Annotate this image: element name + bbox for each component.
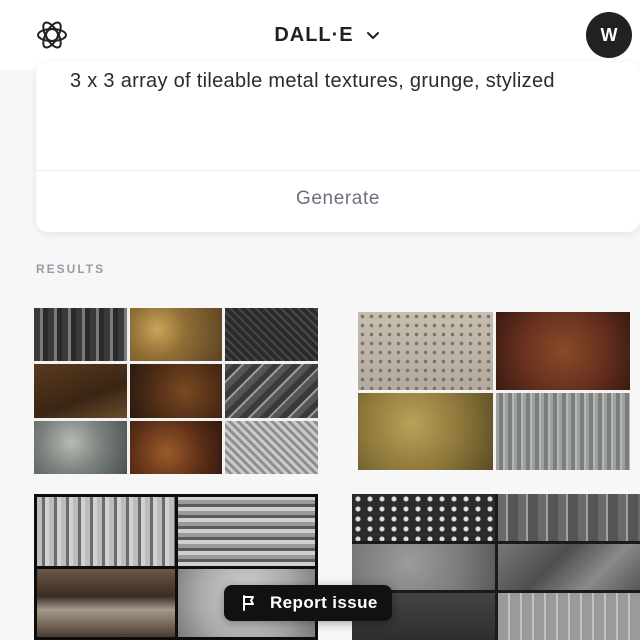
chevron-down-icon — [366, 32, 379, 39]
texture-cell — [497, 543, 640, 591]
generate-button[interactable]: Generate — [36, 188, 640, 210]
user-avatar[interactable]: W — [585, 12, 632, 58]
prompt-card: 3 x 3 array of tileable metal textures, … — [36, 62, 640, 232]
texture-cell — [129, 308, 223, 362]
flag-icon — [243, 595, 254, 611]
texture-cell — [497, 593, 640, 640]
texture-grid — [358, 312, 630, 470]
texture-cell — [129, 364, 223, 418]
texture-cell — [37, 497, 175, 566]
texture-cell — [497, 494, 640, 541]
texture-cell — [34, 420, 127, 474]
results-heading: RESULTS — [36, 262, 106, 276]
texture-cell — [34, 364, 127, 418]
texture-cell — [358, 392, 493, 470]
result-image-1[interactable] — [34, 308, 318, 474]
texture-cell — [495, 392, 630, 470]
app-title-dropdown[interactable]: DALL·E — [274, 24, 381, 47]
app-title: DALL·E — [274, 23, 354, 46]
report-issue-button[interactable]: Report issue — [224, 585, 392, 621]
texture-cell — [37, 568, 175, 637]
result-image-4[interactable] — [352, 494, 640, 640]
texture-grid — [34, 308, 318, 474]
texture-cell — [225, 420, 318, 474]
card-divider — [36, 170, 640, 171]
openai-logo-icon[interactable] — [34, 17, 70, 53]
texture-cell — [34, 308, 127, 362]
result-image-2[interactable] — [358, 312, 630, 470]
top-bar: DALL·E W — [0, 0, 640, 70]
report-issue-label: Report issue — [270, 593, 378, 612]
texture-cell — [352, 543, 495, 591]
avatar-initial: W — [600, 24, 618, 45]
texture-cell — [495, 312, 630, 390]
texture-cell — [225, 364, 318, 418]
texture-cell — [225, 308, 318, 362]
texture-cell — [129, 420, 223, 474]
texture-cell — [177, 497, 315, 566]
texture-cell — [352, 494, 495, 541]
prompt-text[interactable]: 3 x 3 array of tileable metal textures, … — [70, 68, 610, 94]
texture-grid — [352, 494, 640, 640]
texture-cell — [358, 312, 493, 390]
